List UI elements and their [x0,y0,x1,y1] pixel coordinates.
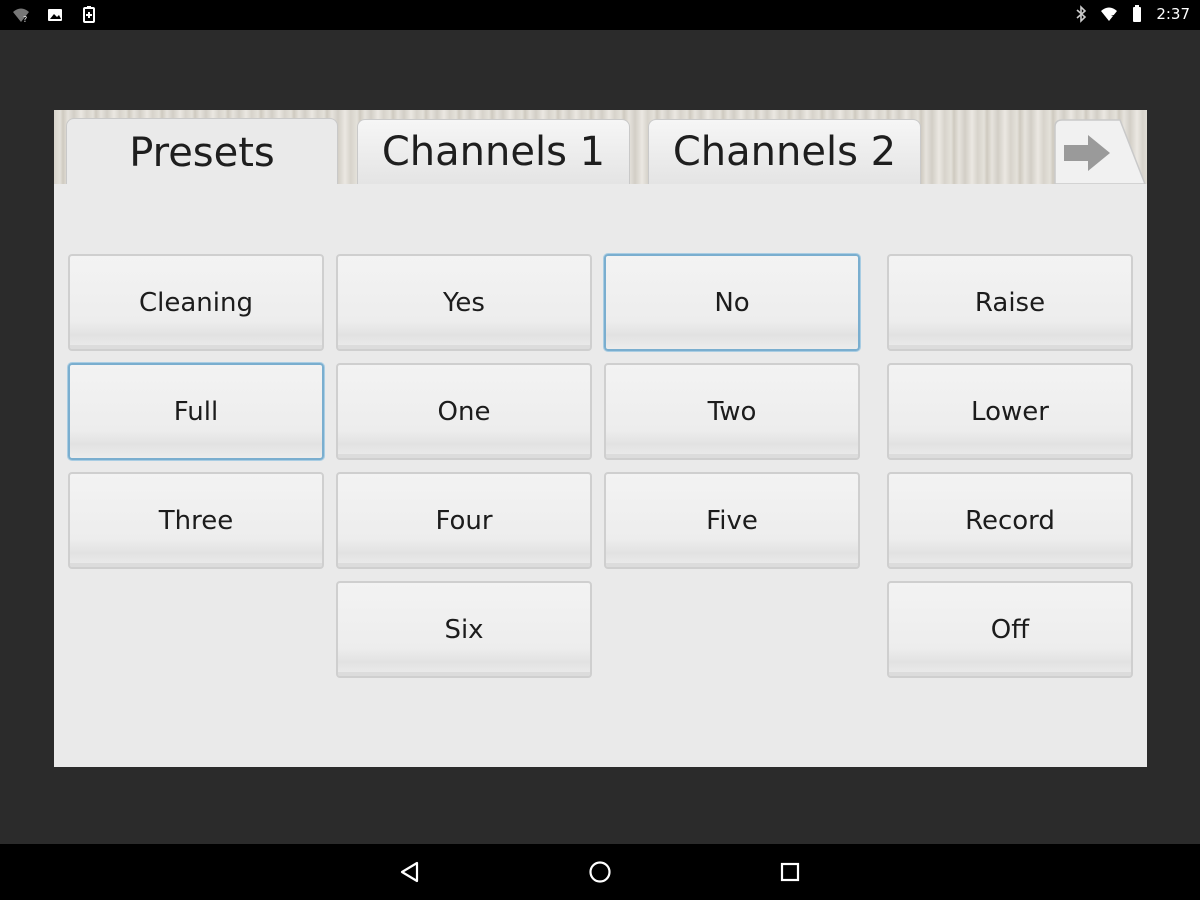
preset-six-button[interactable]: Six [336,581,592,678]
svg-text:?: ? [23,15,27,24]
presets-content: Cleaning Full Three Yes One Four Six No … [54,184,1147,767]
record-button[interactable]: Record [887,472,1133,569]
status-bar: ? ? 2:37 [0,0,1200,30]
back-icon[interactable] [397,858,425,886]
tab-channels-1[interactable]: Channels 1 [357,119,630,184]
recents-icon[interactable] [776,858,804,886]
next-tab-button[interactable] [1054,119,1147,185]
image-notification-icon [46,6,64,24]
off-button[interactable]: Off [887,581,1133,678]
preset-full-button[interactable]: Full [68,363,324,460]
raise-button[interactable]: Raise [887,254,1133,351]
battery-saver-icon [80,6,98,24]
status-time: 2:37 [1156,5,1190,23]
preset-yes-button[interactable]: Yes [336,254,592,351]
preset-four-button[interactable]: Four [336,472,592,569]
navigation-bar [0,844,1200,900]
preset-no-button[interactable]: No [604,254,860,351]
status-left-icons: ? [12,6,98,24]
preset-three-button[interactable]: Three [68,472,324,569]
svg-text:?: ? [1111,14,1115,23]
wifi-question-icon: ? [12,6,30,24]
control-panel: Presets Channels 1 Channels 2 Cleaning F… [54,110,1147,767]
preset-five-button[interactable]: Five [604,472,860,569]
battery-icon [1128,5,1146,23]
home-icon[interactable] [586,858,614,886]
wifi-icon: ? [1100,5,1118,23]
preset-cleaning-button[interactable]: Cleaning [68,254,324,351]
bluetooth-icon [1072,5,1090,23]
preset-one-button[interactable]: One [336,363,592,460]
tab-presets[interactable]: Presets [66,118,338,186]
status-right-icons: ? 2:37 [1072,5,1190,23]
lower-button[interactable]: Lower [887,363,1133,460]
tab-strip: Presets Channels 1 Channels 2 [54,110,1147,186]
preset-two-button[interactable]: Two [604,363,860,460]
tab-channels-2[interactable]: Channels 2 [648,119,921,184]
app-screen: Presets Channels 1 Channels 2 Cleaning F… [0,30,1200,844]
